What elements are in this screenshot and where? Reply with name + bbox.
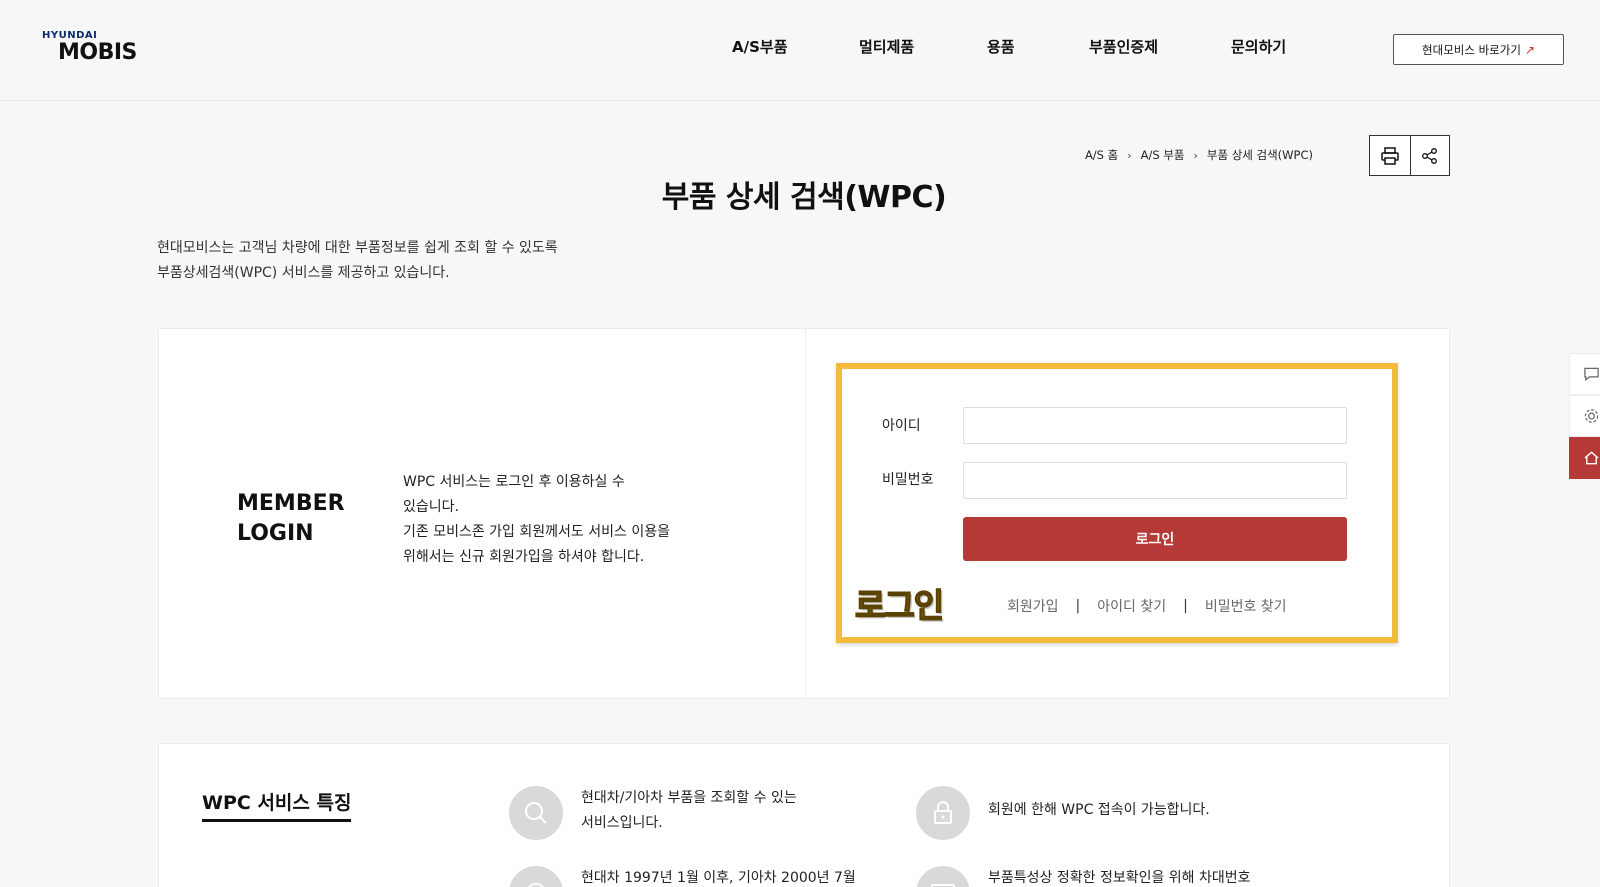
nav-as-parts[interactable]: A/S부품 [732, 36, 788, 57]
logo-bottom-text: MOBIS [58, 40, 137, 65]
mobis-shortcut-button[interactable]: 현대모비스 바로가기 ↗ [1393, 34, 1564, 65]
feature-line: 부품특성상 정확한 정보확인을 위해 차대번호 [988, 870, 1251, 886]
chat-button[interactable] [1569, 353, 1600, 395]
link-separator: | [1183, 598, 1188, 614]
share-icon [1421, 147, 1437, 164]
features-title: WPC 서비스 특징 [202, 788, 352, 822]
link-separator: | [1075, 598, 1081, 614]
login-panel: MEMBER LOGIN WPC 서비스는 로그인 후 이용하실 수 있습니다.… [158, 328, 1450, 699]
search-icon [509, 786, 563, 840]
home-icon [1584, 451, 1599, 465]
nav-multi-products[interactable]: 멀티제품 [859, 36, 914, 57]
feature-line: 현대차/기아차 부품을 조회할 수 있는 [581, 790, 797, 806]
login-caption-overlay: 로그인 [854, 585, 945, 626]
password-label: 비밀번호 [882, 472, 934, 488]
breadcrumb-current: 부품 상세 검색(WPC) [1206, 148, 1313, 162]
intro-line: 부품상세검색(WPC) 서비스를 제공하고 있습니다. [157, 265, 450, 281]
find-id-link[interactable]: 아이디 찾기 [1097, 596, 1166, 616]
intro-text: 현대모비스는 고객님 차량에 대한 부품정보를 쉽게 조회 할 수 있도록 부품… [157, 236, 558, 286]
share-button[interactable] [1409, 136, 1450, 175]
desc-line: 있습니다. [403, 499, 459, 515]
password-input[interactable] [963, 462, 1347, 499]
site-header: HYUNDAI MOBIS A/S부품 멀티제품 용품 부품인증제 문의하기 현… [0, 0, 1600, 101]
chevron-right-icon: › [1193, 148, 1198, 162]
settings-button[interactable] [1569, 395, 1600, 437]
desc-line: 기존 모비스존 가입 회원께서도 서비스 이용을 [403, 524, 670, 540]
panel-divider [805, 329, 806, 698]
breadcrumb-as-parts[interactable]: A/S 부품 [1141, 147, 1185, 163]
nav-parts-certification[interactable]: 부품인증제 [1089, 36, 1158, 57]
feature-line: 서비스입니다. [581, 815, 663, 831]
desc-line: 위해서는 신규 회원가입을 하셔야 합니다. [403, 549, 645, 565]
chevron-right-icon: › [1127, 148, 1132, 162]
lock-icon [916, 786, 970, 840]
intro-line: 현대모비스는 고객님 차량에 대한 부품정보를 쉽게 조회 할 수 있도록 [157, 240, 558, 256]
home-button[interactable] [1569, 437, 1600, 479]
quick-menu [1569, 353, 1600, 479]
feature-text: 현대차/기아차 부품을 조회할 수 있는 서비스입니다. [581, 786, 891, 836]
card-icon [916, 866, 970, 887]
feature-text: 부품특성상 정확한 정보확인을 위해 차대번호 [988, 866, 1298, 887]
feature-text: 회원에 한해 WPC 접속이 가능합니다. [988, 798, 1298, 823]
heading-line: LOGIN [237, 521, 314, 546]
signup-link[interactable]: 회원가입 [1007, 596, 1059, 616]
feature-text: 현대차 1997년 1월 이후, 기아차 2000년 7월 [581, 866, 891, 887]
nav-inquiry[interactable]: 문의하기 [1231, 36, 1286, 57]
print-button[interactable] [1370, 136, 1410, 175]
find-password-link[interactable]: 비밀번호 찾기 [1205, 596, 1287, 616]
id-label: 아이디 [882, 418, 921, 434]
page-tools [1369, 135, 1450, 176]
nav-accessories[interactable]: 용품 [987, 36, 1015, 57]
mobis-shortcut-label: 현대모비스 바로가기 [1422, 42, 1521, 57]
feature-line: 회원에 한해 WPC 접속이 가능합니다. [988, 802, 1210, 818]
login-description: WPC 서비스는 로그인 후 이용하실 수 있습니다. 기존 모비스존 가입 회… [403, 470, 713, 570]
breadcrumb: A/S 홈 › A/S 부품 › 부품 상세 검색(WPC) [1085, 147, 1313, 163]
heading-line: MEMBER [237, 491, 345, 516]
breadcrumb-as-home[interactable]: A/S 홈 [1085, 147, 1118, 163]
features-panel: WPC 서비스 특징 현대차/기아차 부품을 조회할 수 있는 서비스입니다. … [158, 743, 1450, 887]
login-button[interactable]: 로그인 [963, 517, 1347, 561]
hyundai-mobis-logo[interactable]: HYUNDAI MOBIS [42, 30, 142, 70]
member-login-heading: MEMBER LOGIN [237, 489, 345, 549]
id-input[interactable] [963, 407, 1347, 444]
print-icon [1381, 146, 1399, 165]
gear-icon [1584, 409, 1599, 423]
clock-icon [509, 866, 563, 887]
account-links: 회원가입 | 아이디 찾기 | 비밀번호 찾기 [1007, 596, 1287, 616]
page-title: 부품 상세 검색(WPC) [661, 180, 947, 215]
external-arrow-icon: ↗ [1524, 42, 1535, 57]
feature-line: 현대차 1997년 1월 이후, 기아차 2000년 7월 [581, 870, 856, 886]
chat-icon [1584, 367, 1599, 381]
desc-line: WPC 서비스는 로그인 후 이용하실 수 [403, 474, 625, 490]
